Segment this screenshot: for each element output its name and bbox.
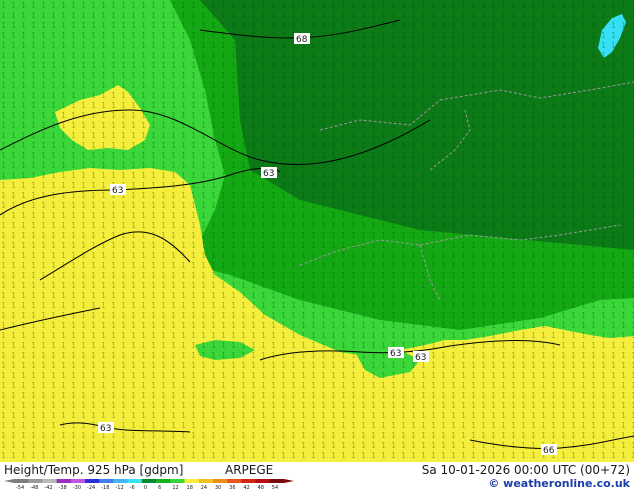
scale-tick-label: 48 — [258, 485, 264, 489]
contour-label-63-e: 63 — [100, 424, 111, 434]
scale-swatch — [113, 479, 128, 483]
contour-label-63-c: 63 — [390, 349, 401, 359]
weather-map-viewer: 1 — [0, 0, 634, 490]
scale-tick-label: 30 — [215, 485, 221, 489]
scale-tick-label: -30 — [73, 485, 81, 489]
scale-swatch — [184, 479, 200, 483]
scale-swatch — [255, 479, 271, 483]
scale-tick-label: 54 — [272, 485, 278, 489]
scale-tick-label: 18 — [187, 485, 193, 489]
valid-time: Sa 10-01-2026 00:00 UTC (00+72) — [421, 463, 630, 477]
scale-tick-label: 42 — [243, 485, 249, 489]
scale-tick-label: -54 — [16, 485, 24, 489]
scale-tick-label: -42 — [44, 485, 52, 489]
contour-label-63-a: 63 — [263, 169, 274, 179]
scale-tick-label: 0 — [144, 485, 147, 489]
product-title: Height/Temp. 925 hPa [gdpm] — [4, 463, 184, 477]
scale-arrow-right — [284, 479, 294, 483]
value-texture — [0, 0, 634, 462]
contour-label-68: 68 — [296, 35, 308, 45]
scale-swatch — [156, 479, 171, 483]
map-footer: Height/Temp. 925 hPa [gdpm] ARPEGE Sa 10… — [0, 462, 634, 490]
model-name: ARPEGE — [225, 463, 274, 477]
scale-swatch — [14, 479, 29, 483]
scale-swatch — [127, 479, 143, 483]
contour-label-66: 66 — [543, 446, 555, 456]
scale-swatch — [212, 479, 228, 483]
scale-tick-label: -38 — [59, 485, 67, 489]
scale-tick-label: -6 — [130, 485, 135, 489]
color-scale-legend: -54 -48 -42 -38 -30 -24 -18 -12 -6 0 6 12 18 24 30 36 42… — [4, 479, 294, 489]
scale-swatch — [269, 479, 285, 483]
scale-swatch — [227, 479, 242, 483]
scale-tick-label: 6 — [158, 485, 161, 489]
scale-swatch — [28, 479, 43, 483]
scale-arrow-left — [4, 479, 14, 483]
scale-swatch — [56, 479, 72, 483]
contour-label-63-d: 63 — [415, 353, 426, 363]
scale-tick-label: 12 — [172, 485, 178, 489]
scale-swatch — [42, 479, 57, 483]
scale-swatch — [241, 479, 256, 483]
scale-swatch — [170, 479, 185, 483]
scale-tick-label: 36 — [229, 485, 235, 489]
scale-swatch — [70, 479, 86, 483]
temperature-map: 1 — [0, 0, 634, 462]
scale-swatch — [141, 479, 157, 483]
scale-swatch — [198, 479, 214, 483]
credit-link[interactable]: © weatheronline.co.uk — [488, 477, 630, 490]
scale-tick-label: -24 — [87, 485, 95, 489]
scale-swatch — [85, 479, 100, 483]
scale-swatch — [99, 479, 114, 483]
scale-tick-label: 24 — [201, 485, 207, 489]
scale-tick-label: -18 — [101, 485, 109, 489]
contour-label-63-b: 63 — [112, 186, 123, 196]
scale-tick-label: -48 — [30, 485, 38, 489]
scale-tick-label: -12 — [115, 485, 123, 489]
